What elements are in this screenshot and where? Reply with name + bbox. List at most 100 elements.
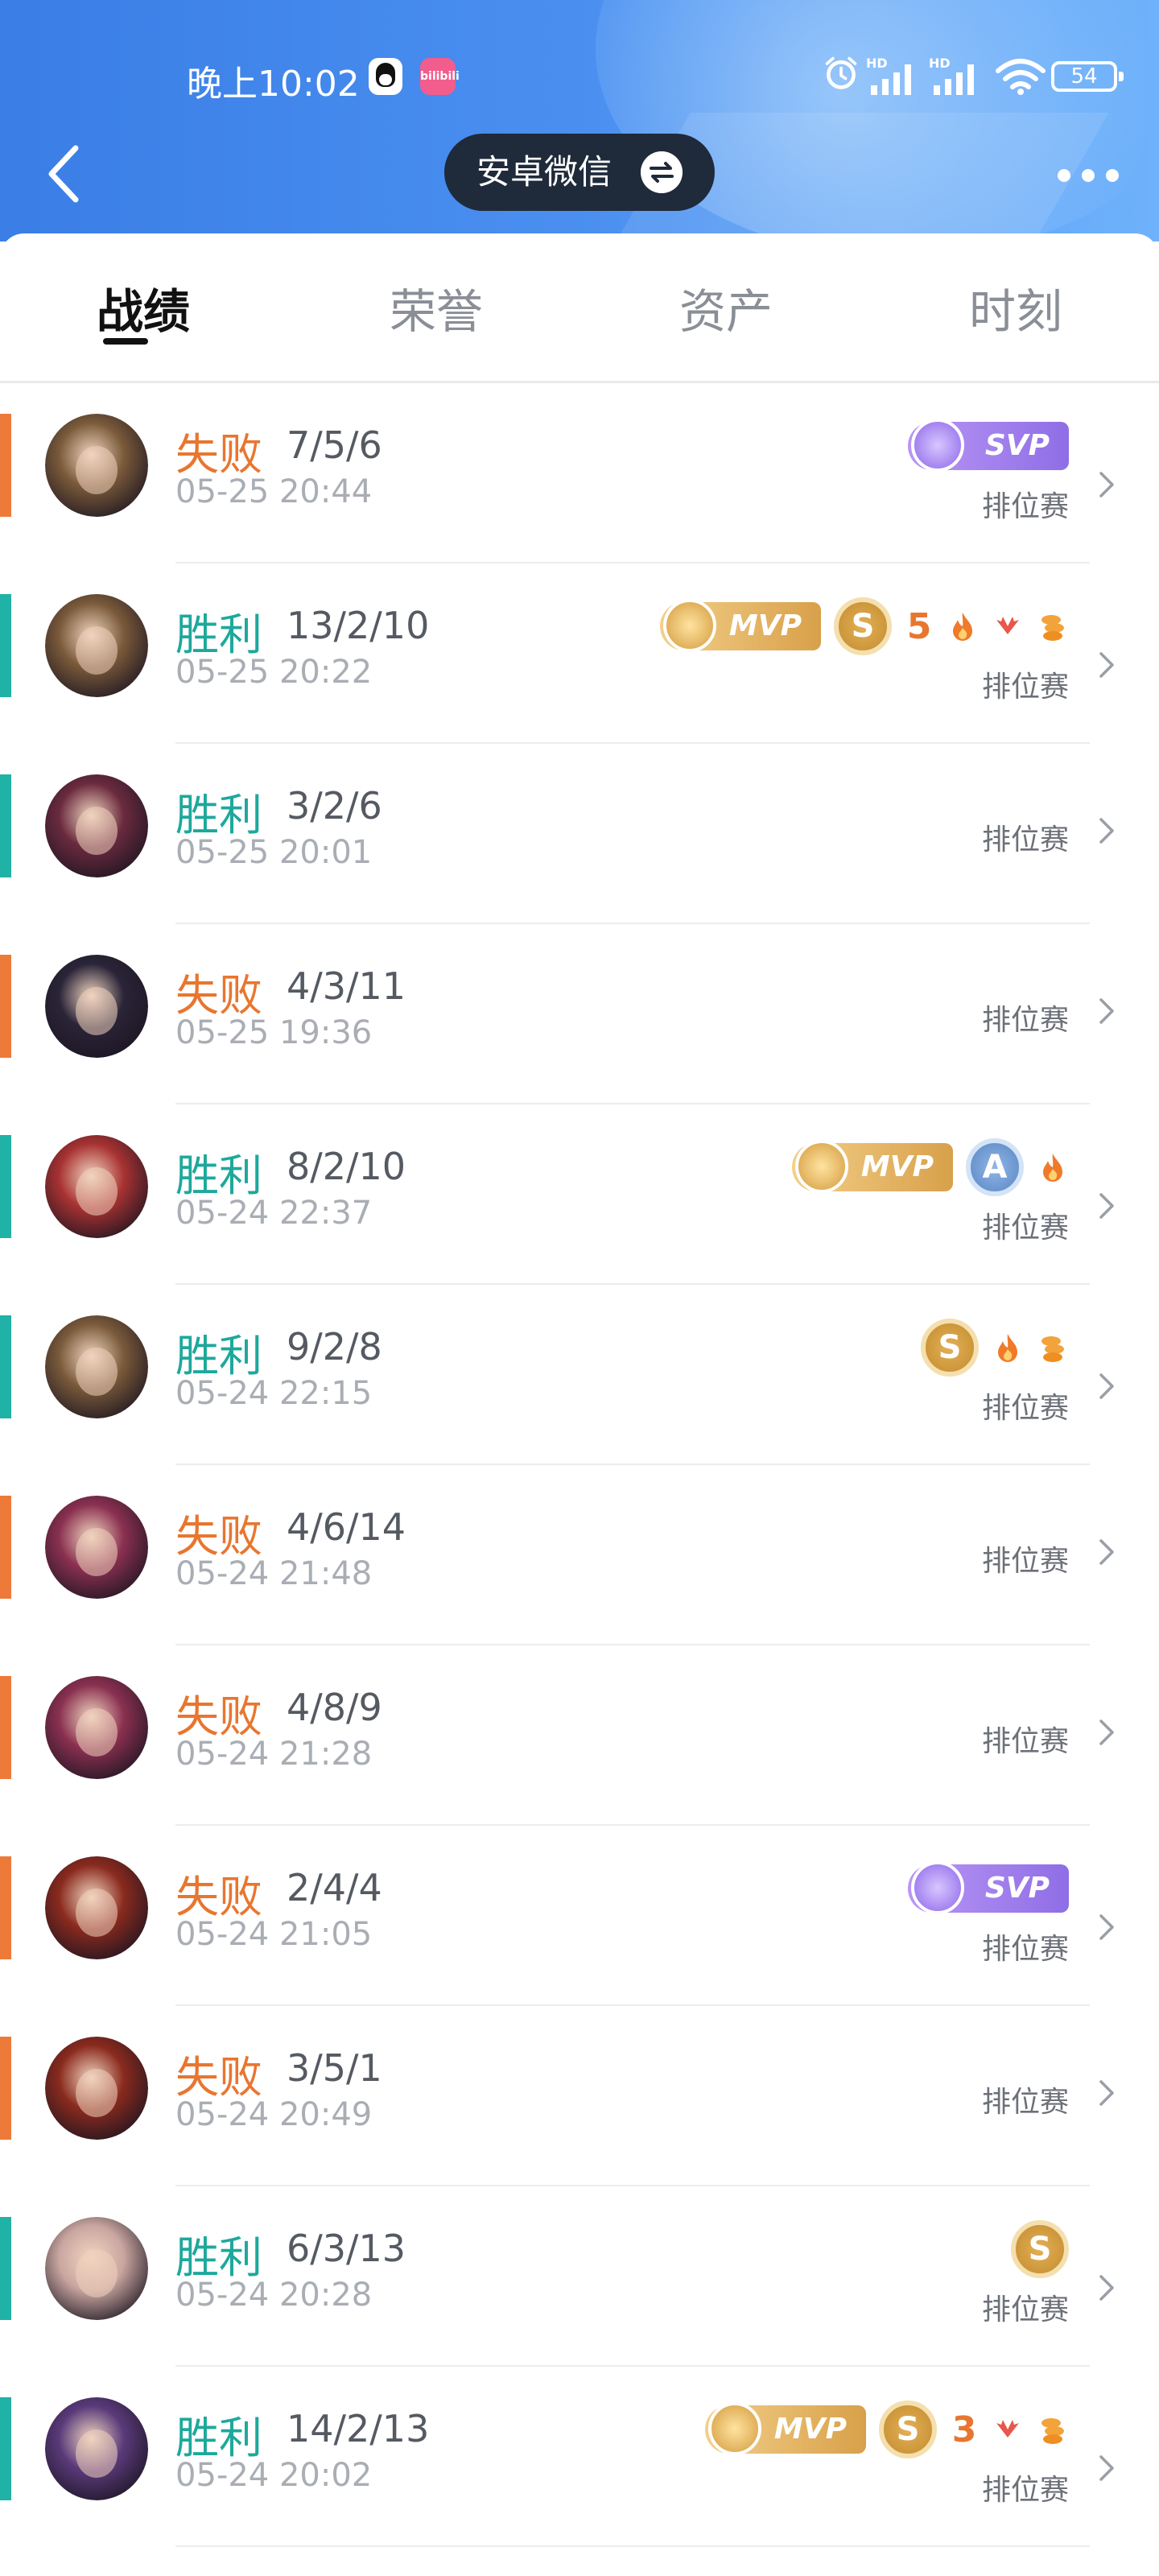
diamond-icon	[708, 2402, 761, 2455]
chevron-right-icon	[1099, 998, 1114, 1024]
back-arrow-icon[interactable]	[40, 142, 97, 206]
qq-icon	[369, 58, 402, 95]
match-time: 05-24 21:05	[175, 1916, 373, 1953]
result-accent-bar	[0, 414, 11, 517]
streak-count: 5	[906, 605, 932, 647]
result-accent-bar	[0, 1676, 11, 1779]
svp-badge: SVP	[908, 419, 1069, 472]
chevron-right-icon	[1099, 1914, 1114, 1940]
match-badges: SVP	[908, 415, 1069, 477]
coins-icon	[1041, 615, 1064, 641]
swap-icon	[641, 151, 683, 193]
hero-avatar	[45, 2217, 148, 2320]
result-accent-bar	[0, 2397, 11, 2500]
result-accent-bar	[0, 774, 11, 877]
match-badges: A MVP	[792, 1137, 1069, 1198]
diamond-icon	[911, 419, 964, 472]
chevron-right-icon	[1099, 1719, 1114, 1745]
header: 晚上10:02 bilibili HD HD 54 安卓微信	[0, 0, 1159, 242]
match-badges: S	[921, 1317, 1069, 1378]
result-accent-bar	[0, 955, 11, 1058]
hero-avatar	[45, 594, 148, 697]
hero-avatar	[45, 2037, 148, 2140]
match-row[interactable]: 失败 3/5/1 05-24 20:49 排位赛	[0, 2006, 1159, 2186]
result-accent-bar	[0, 2037, 11, 2140]
hero-avatar	[45, 1676, 148, 1779]
match-badges: SVP	[908, 1858, 1069, 1919]
hero-avatar	[45, 1856, 148, 1959]
match-row[interactable]: 失败 2/4/4 05-24 21:05 SVP 排位赛	[0, 1826, 1159, 2006]
chevron-right-icon	[1099, 1539, 1114, 1565]
tab-moments[interactable]: 时刻	[969, 274, 1062, 341]
mvp-label: MVP	[860, 1150, 934, 1183]
match-mode: 排位赛	[981, 1212, 1069, 1245]
match-time: 05-25 19:36	[175, 1014, 373, 1051]
chevron-right-icon	[1099, 652, 1114, 678]
match-row[interactable]: 胜利 8/2/10 05-24 22:37 A MVP 排位赛	[0, 1104, 1159, 1285]
match-mode: 排位赛	[981, 1392, 1069, 1425]
match-mode: 排位赛	[981, 2086, 1069, 2119]
grade-s-icon: S	[921, 1319, 979, 1377]
match-row[interactable]: 胜利 6/3/13 05-24 20:28 S 排位赛	[0, 2186, 1159, 2367]
match-row[interactable]: 胜利 3/2/6 05-25 20:01 排位赛	[0, 744, 1159, 924]
match-row[interactable]: 失败 4/3/11 05-25 19:36 排位赛	[0, 924, 1159, 1104]
wings-icon	[996, 2420, 1019, 2438]
mvp-badge: MVP	[660, 599, 821, 652]
match-kda: 7/5/6	[287, 423, 382, 467]
chevron-right-icon	[1099, 818, 1114, 844]
match-badges: 3 S MVP	[705, 2399, 1069, 2460]
match-kda: 8/2/10	[287, 1145, 406, 1188]
flame-icon	[998, 1334, 1017, 1362]
match-row[interactable]: 胜利 13/2/10 05-25 20:22 5 S MVP 排位赛	[0, 564, 1159, 744]
match-row[interactable]: 失败 4/8/9 05-24 21:28 排位赛	[0, 1645, 1159, 1826]
match-mode: 排位赛	[981, 1004, 1069, 1037]
match-kda: 14/2/13	[287, 2407, 430, 2450]
tab-honor[interactable]: 荣誉	[390, 274, 483, 341]
match-kda: 4/8/9	[287, 1686, 382, 1729]
match-row[interactable]: 失败 4/6/14 05-24 21:48 排位赛	[0, 1465, 1159, 1645]
svg-text:HD: HD	[929, 56, 951, 71]
match-kda: 4/3/11	[287, 964, 406, 1008]
flame-icon	[953, 613, 972, 641]
match-row[interactable]: 失败 7/5/6 05-25 20:44 SVP 排位赛	[0, 383, 1159, 564]
battery-indicator: 54	[1051, 61, 1124, 92]
grade-s-icon: S	[879, 2401, 937, 2458]
grade-a-icon: A	[966, 1138, 1024, 1196]
match-kda: 3/2/6	[287, 784, 382, 828]
coins-icon	[1041, 1336, 1064, 1362]
result-accent-bar	[0, 594, 11, 697]
mvp-label: MVP	[728, 609, 802, 642]
match-time: 05-24 20:28	[175, 2277, 373, 2314]
status-bar: 晚上10:02 bilibili HD HD 54	[0, 48, 1159, 106]
nav-bar: 安卓微信	[0, 129, 1159, 217]
match-kda: 4/6/14	[287, 1505, 406, 1549]
mvp-badge: MVP	[792, 1140, 953, 1193]
tab-assets[interactable]: 资产	[679, 274, 773, 341]
tab-records[interactable]: 战绩	[97, 274, 190, 341]
match-time: 05-25 20:22	[175, 654, 373, 691]
more-options-icon[interactable]	[1054, 153, 1122, 193]
flame-icon	[1043, 1154, 1062, 1182]
diamond-icon	[795, 1140, 848, 1193]
match-kda: 13/2/10	[287, 604, 430, 647]
match-time: 05-24 20:02	[175, 2457, 373, 2494]
tab-bar: 战绩 荣誉 资产 时刻	[0, 233, 1159, 383]
result-accent-bar	[0, 1135, 11, 1238]
mvp-label: MVP	[773, 2413, 847, 2446]
chevron-right-icon	[1099, 2455, 1114, 2481]
match-row[interactable]: 胜利 9/2/8 05-24 22:15 S 排位赛	[0, 1285, 1159, 1465]
result-accent-bar	[0, 1315, 11, 1418]
match-kda: 3/5/1	[287, 2046, 382, 2090]
match-mode: 排位赛	[981, 1545, 1069, 1578]
match-time: 05-24 20:49	[175, 2096, 373, 2133]
match-row[interactable]: 胜利 14/2/13 05-24 20:02 3 S MVP 排位赛	[0, 2367, 1159, 2547]
result-accent-bar	[0, 1496, 11, 1599]
match-mode: 排位赛	[981, 1933, 1069, 1966]
mvp-badge: MVP	[705, 2402, 866, 2455]
grade-s-icon: S	[1011, 2220, 1069, 2278]
diamond-icon	[663, 599, 716, 652]
chevron-right-icon	[1099, 472, 1114, 497]
match-time: 05-24 22:15	[175, 1375, 373, 1412]
match-time: 05-25 20:01	[175, 834, 373, 871]
account-switch-button[interactable]: 安卓微信	[444, 134, 715, 211]
